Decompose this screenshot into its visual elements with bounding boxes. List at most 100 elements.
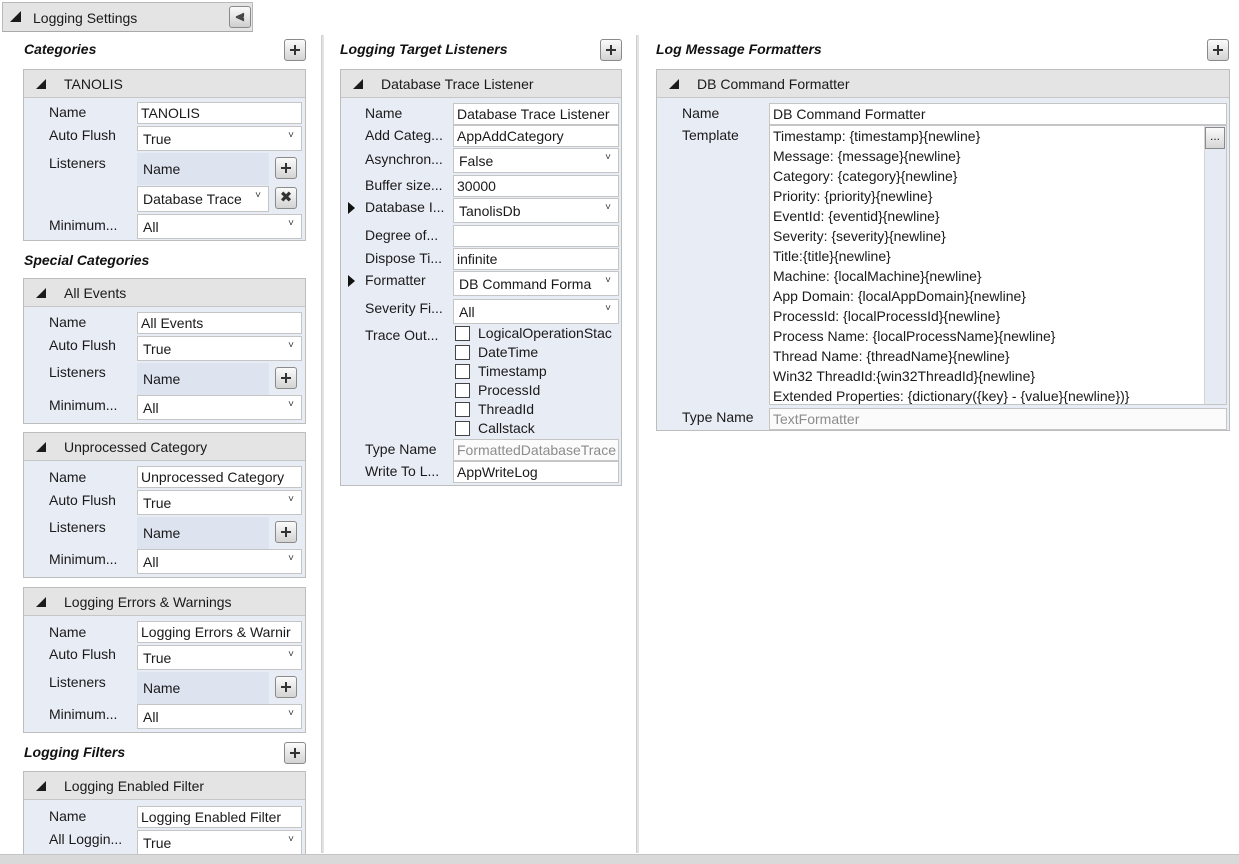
- auto-flush-select[interactable]: True ˅: [137, 126, 302, 151]
- collapse-triangle-icon[interactable]: [36, 781, 46, 791]
- formatter-select[interactable]: DB Command Forma ˅: [453, 271, 619, 296]
- name-field[interactable]: All Events: [137, 312, 302, 334]
- add-formatter-button[interactable]: [1207, 39, 1229, 61]
- auto-flush-select[interactable]: True ˅: [137, 490, 302, 515]
- expand-arrow-icon[interactable]: [348, 275, 355, 287]
- trace-option-checkbox[interactable]: [455, 326, 470, 341]
- card-header[interactable]: TANOLIS: [24, 70, 305, 98]
- add-listener-button[interactable]: [275, 367, 297, 389]
- name-label: Name: [49, 469, 87, 485]
- minimum-select[interactable]: All ˅: [137, 549, 302, 574]
- double-chevron-down-icon[interactable]: ⫷: [229, 6, 251, 28]
- type-name-field: FormattedDatabaseTrace: [453, 439, 619, 461]
- degree-of-field[interactable]: [453, 225, 619, 247]
- auto-flush-label: Auto Flush: [49, 646, 116, 662]
- database-instance-select[interactable]: TanolisDb ˅: [453, 198, 619, 223]
- formatter-value: DB Command Forma: [459, 276, 592, 292]
- asynchronous-select[interactable]: False ˅: [453, 148, 619, 173]
- add-filter-button[interactable]: [284, 742, 306, 764]
- trace-option-label: ThreadId: [478, 401, 535, 417]
- template-label: Template: [682, 127, 739, 143]
- name-field[interactable]: Logging Enabled Filter: [137, 806, 302, 828]
- collapse-triangle-icon[interactable]: [36, 597, 46, 607]
- add-listener-button[interactable]: [275, 521, 297, 543]
- template-line: Process Name: {localProcessName}{newline…: [773, 328, 1056, 344]
- write-to-log-field[interactable]: AppWriteLog: [453, 461, 619, 483]
- template-textarea[interactable]: Timestamp: {timestamp}{newline} Message:…: [769, 125, 1227, 405]
- trace-option-checkbox[interactable]: [455, 364, 470, 379]
- expand-arrow-icon[interactable]: [348, 202, 355, 214]
- name-label: Name: [49, 104, 87, 120]
- trace-option-checkbox[interactable]: [455, 345, 470, 360]
- template-line: Severity: {severity}{newline}: [773, 228, 946, 244]
- collapse-triangle-icon[interactable]: [353, 79, 363, 89]
- add-listener-section-button[interactable]: [600, 39, 622, 61]
- name-field[interactable]: Unprocessed Category: [137, 466, 302, 488]
- add-category-field[interactable]: AppAddCategory: [453, 125, 619, 147]
- template-line: App Domain: {localAppDomain}{newline}: [773, 288, 1026, 304]
- card-header[interactable]: DB Command Formatter: [657, 70, 1229, 98]
- formatters-title: Log Message Formatters: [656, 41, 822, 57]
- listener-select[interactable]: Database Trace ˅: [137, 186, 269, 212]
- card-title: Logging Errors & Warnings: [64, 594, 232, 610]
- type-name-label: Type Name: [682, 409, 754, 425]
- add-listener-button[interactable]: [275, 157, 297, 179]
- trace-option-checkbox[interactable]: [455, 383, 470, 398]
- database-instance-value: TanolisDb: [459, 203, 521, 219]
- name-field[interactable]: Database Trace Listener: [453, 103, 619, 125]
- card-header[interactable]: Database Trace Listener: [341, 70, 621, 98]
- minimum-value: All: [143, 400, 159, 416]
- asynchronous-value: False: [459, 153, 494, 169]
- listeners-label: Listeners: [49, 674, 106, 690]
- card-header[interactable]: Logging Enabled Filter: [24, 772, 305, 800]
- auto-flush-select[interactable]: True ˅: [137, 645, 302, 670]
- collapse-triangle-icon[interactable]: [669, 79, 679, 89]
- template-line: Message: {message}{newline}: [773, 148, 961, 164]
- collapse-triangle-icon[interactable]: [36, 442, 46, 452]
- chevron-down-icon: ˅: [288, 494, 294, 505]
- name-field[interactable]: Logging Errors & Warnir: [137, 621, 302, 643]
- category-card-tanolis: TANOLIS Name TANOLIS Auto Flush True ˅ Li…: [23, 69, 306, 241]
- chevron-down-icon: ˅: [605, 303, 611, 314]
- card-title: TANOLIS: [64, 76, 123, 92]
- auto-flush-value: True: [143, 131, 172, 147]
- card-header[interactable]: All Events: [24, 279, 305, 307]
- remove-listener-icon[interactable]: ✖: [275, 187, 297, 209]
- template-scrollbar[interactable]: ...: [1204, 126, 1226, 404]
- collapse-triangle-icon[interactable]: [36, 79, 46, 89]
- horizontal-scrollbar[interactable]: [0, 854, 1239, 864]
- degree-of-label: Degree of...: [365, 227, 439, 243]
- dispose-timeout-field[interactable]: infinite: [453, 248, 619, 270]
- template-editor-button[interactable]: ...: [1205, 127, 1225, 149]
- auto-flush-select[interactable]: True ˅: [137, 336, 302, 361]
- asynchronous-label: Asynchron...: [365, 151, 443, 167]
- add-listener-button[interactable]: [275, 676, 297, 698]
- minimum-label: Minimum...: [49, 551, 118, 567]
- add-category-label: Add Categ...: [365, 127, 443, 143]
- trace-option-checkbox[interactable]: [455, 402, 470, 417]
- name-field[interactable]: DB Command Formatter: [769, 103, 1227, 125]
- collapse-triangle-icon[interactable]: [10, 11, 21, 22]
- listeners-label: Listeners: [49, 364, 106, 380]
- name-field[interactable]: TANOLIS: [137, 102, 302, 124]
- chevron-down-icon: ˅: [255, 190, 261, 201]
- card-header[interactable]: Logging Errors & Warnings: [24, 588, 305, 616]
- chevron-down-icon: ˅: [605, 152, 611, 163]
- all-logging-select[interactable]: True ˅: [137, 830, 302, 855]
- logging-settings-header[interactable]: Logging Settings ⫷: [2, 2, 253, 32]
- column-separator[interactable]: [321, 35, 324, 853]
- all-logging-label: All Loggin...: [49, 831, 123, 847]
- minimum-select[interactable]: All ˅: [137, 704, 302, 729]
- add-category-button[interactable]: [284, 39, 306, 61]
- column-separator[interactable]: [636, 35, 639, 853]
- collapse-triangle-icon[interactable]: [36, 288, 46, 298]
- chevron-down-icon: ˅: [288, 834, 294, 845]
- trace-option-label: Timestamp: [478, 363, 547, 379]
- severity-filter-select[interactable]: All ˅: [453, 299, 619, 324]
- trace-option-checkbox[interactable]: [455, 421, 470, 436]
- card-header[interactable]: Unprocessed Category: [24, 433, 305, 461]
- minimum-select[interactable]: All ˅: [137, 395, 302, 420]
- minimum-select[interactable]: All ˅: [137, 214, 302, 239]
- name-label: Name: [49, 314, 87, 330]
- buffer-size-field[interactable]: 30000: [453, 175, 619, 197]
